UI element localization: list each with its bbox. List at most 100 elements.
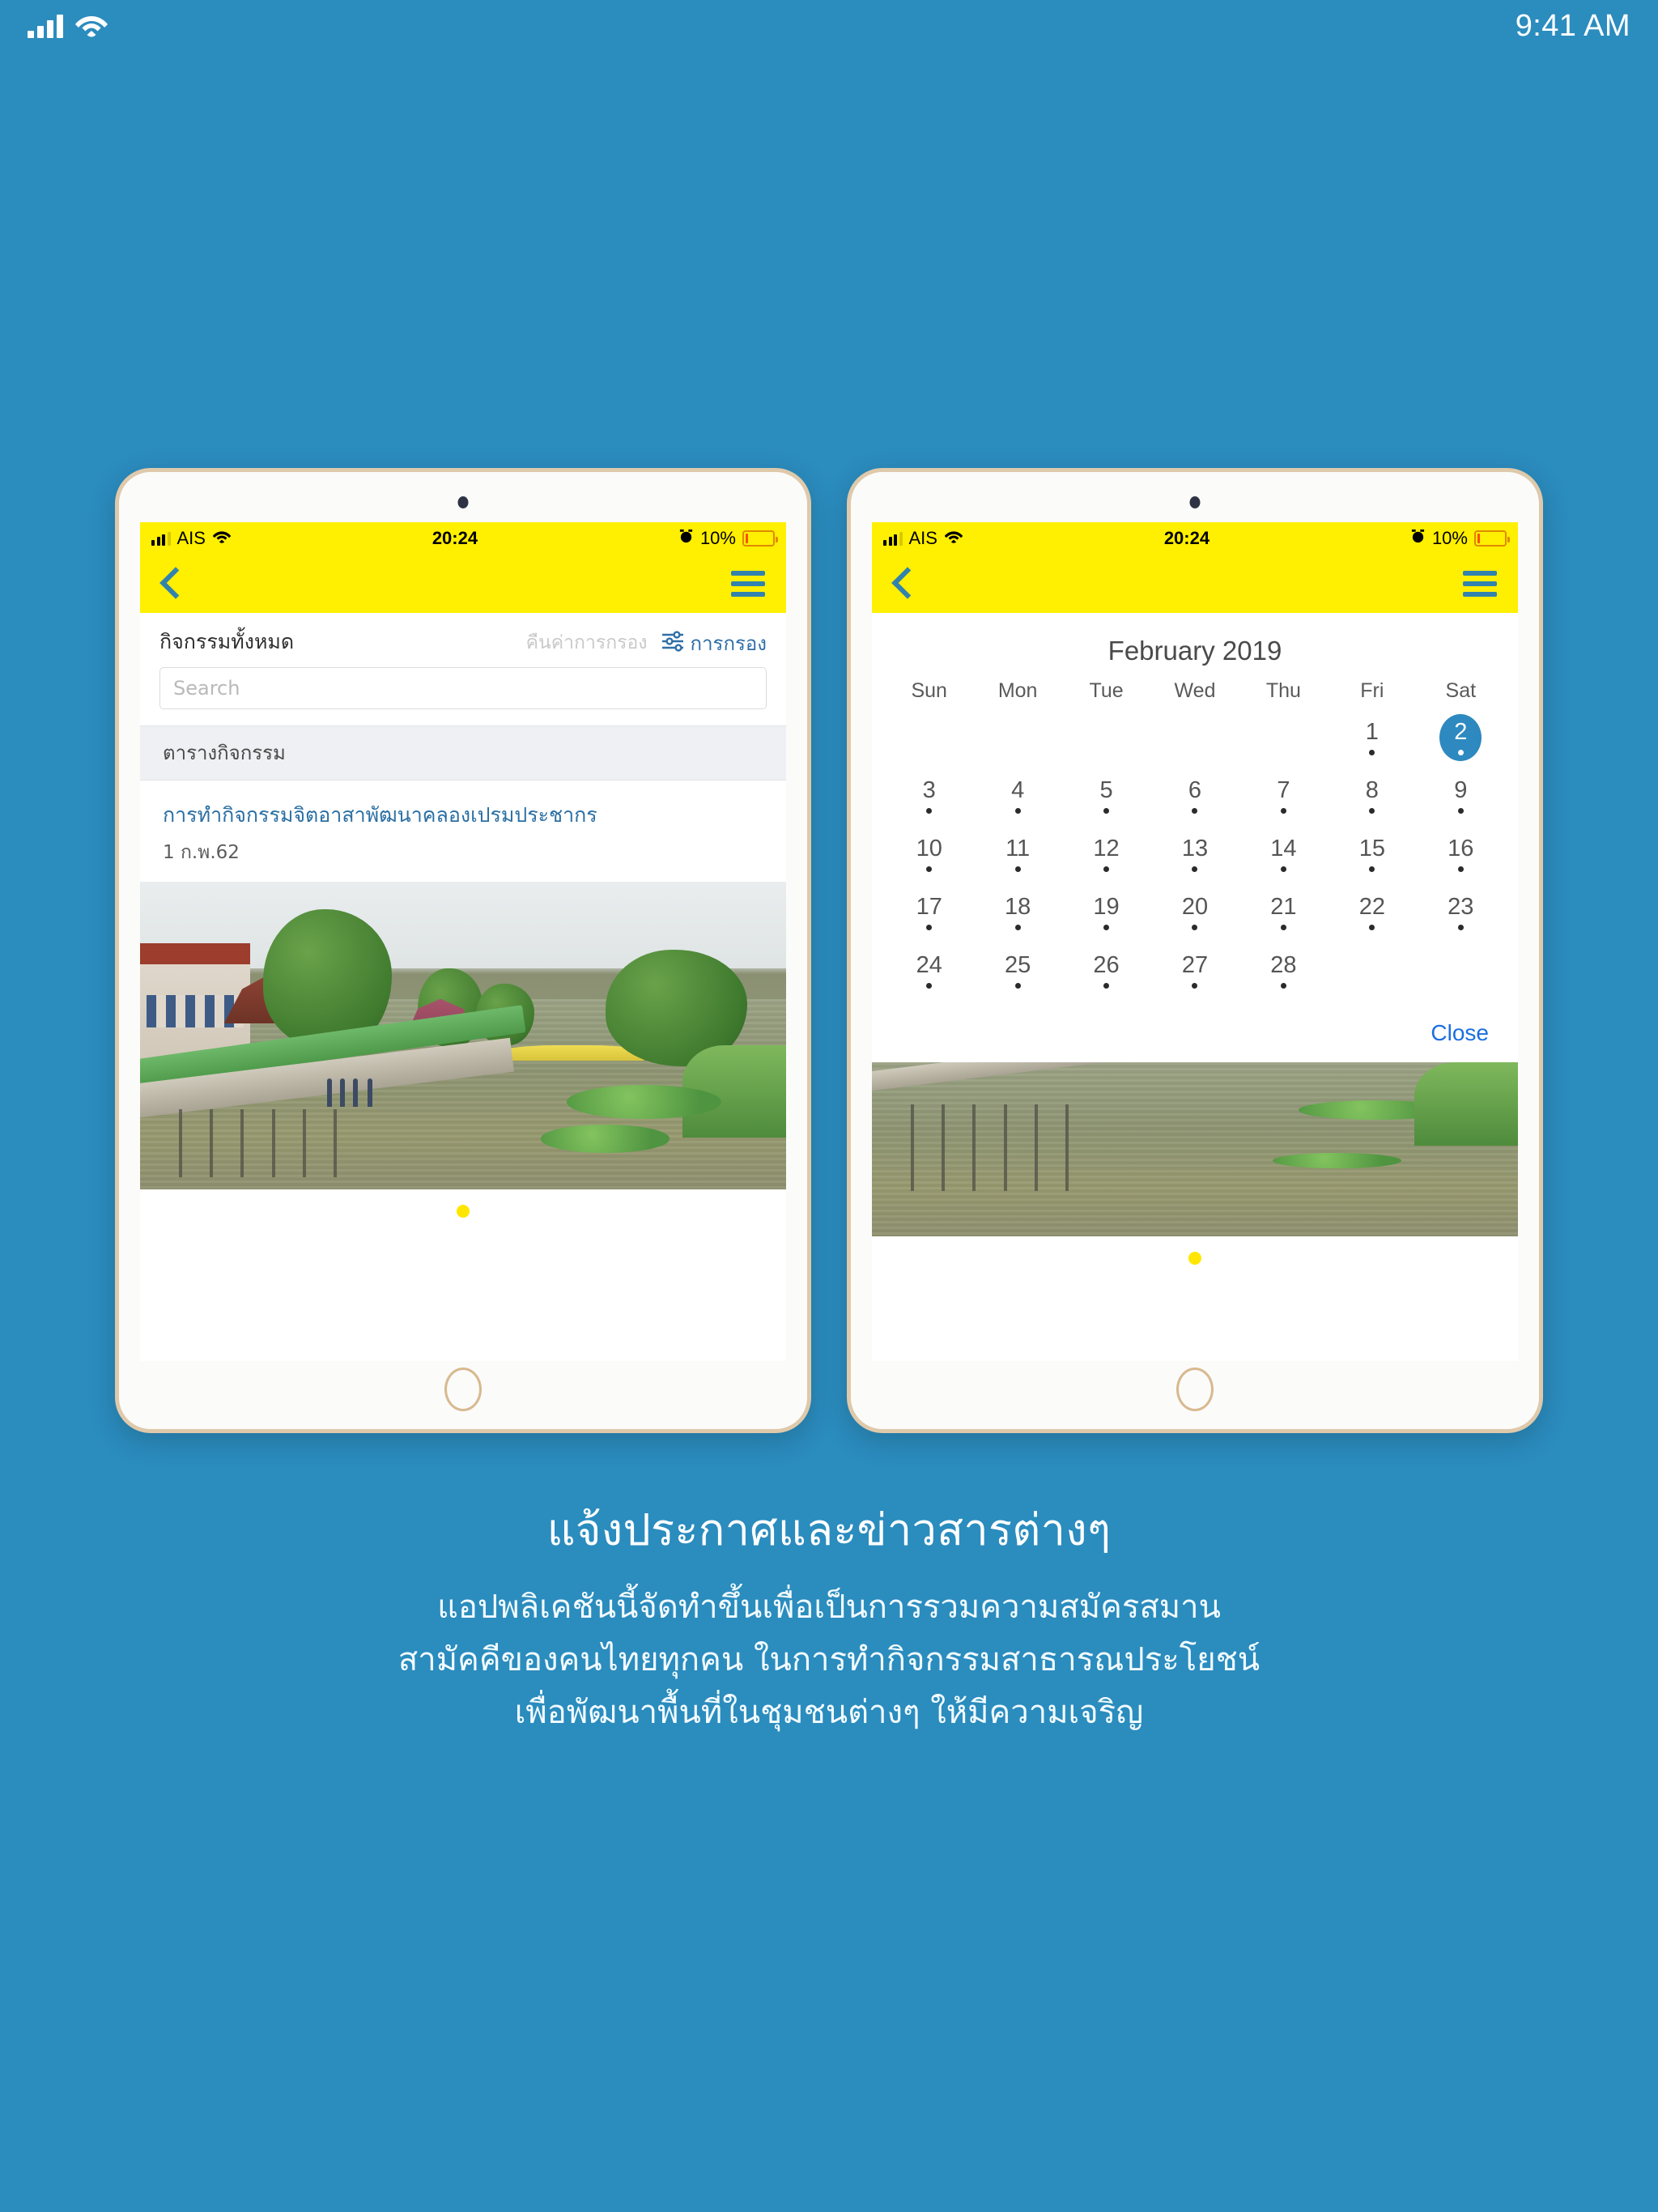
calendar-cell-day[interactable]: 27 (1150, 944, 1239, 998)
weekday-label: Thu (1265, 679, 1301, 702)
battery-icon (1473, 530, 1510, 547)
activity-photo (872, 1062, 1518, 1236)
photo-people (327, 1078, 392, 1107)
caption-block: แจ้งประกาศและข่าวสารต่างๆ แอปพลิเคชันนี้… (0, 1502, 1658, 1739)
calendar-event-dot (1280, 924, 1286, 930)
calendar-cell-day[interactable]: 3 (885, 769, 973, 823)
filter-controls: คืนค่าการกรอง การกรอง (526, 627, 767, 659)
signal-bars-icon (883, 531, 903, 546)
weekday-label: Wed (1174, 679, 1216, 702)
screen-left: AIS 20:24 10% กิจกรรมทั้งหมด คืนค่าการกร… (140, 522, 786, 1361)
app-nav-bar-right (872, 555, 1518, 613)
calendar-cell-day[interactable]: 16 (1417, 827, 1505, 881)
wifi-icon (74, 11, 108, 40)
photo-far-bank (1414, 1062, 1518, 1146)
filter-button[interactable]: การกรอง (661, 627, 767, 659)
home-button[interactable] (444, 1368, 482, 1411)
calendar-day-number: 16 (1448, 835, 1474, 861)
chevron-left-icon[interactable] (161, 568, 179, 599)
calendar-cell-day[interactable]: 25 (973, 944, 1061, 998)
calendar-cell-day[interactable]: 24 (885, 944, 973, 998)
calendar-event-dot (1103, 866, 1110, 872)
calendar-close-button[interactable]: Close (872, 998, 1518, 1062)
photo-pilings (153, 1109, 411, 1178)
calendar-event-dot (1457, 749, 1464, 755)
wifi-icon (212, 529, 232, 548)
calendar-cell-day[interactable]: 21 (1239, 886, 1328, 939)
photo-pilings (885, 1104, 1143, 1192)
calendar-day-number: 10 (916, 835, 942, 861)
calendar-cell-day[interactable]: 26 (1062, 944, 1150, 998)
search-input[interactable]: Search (159, 666, 767, 709)
calendar-cell-selected[interactable]: 2 (1417, 711, 1505, 764)
carousel-dot-active[interactable] (457, 1205, 470, 1219)
calendar-cell-day[interactable]: 23 (1417, 886, 1505, 939)
activity-list-item[interactable]: การทำกิจกรรมจิตอาสาพัฒนาคลองเปรมประชากร … (140, 781, 786, 883)
calendar-cell-day[interactable]: 20 (1150, 886, 1239, 939)
calendar-cell-day[interactable]: 9 (1417, 769, 1505, 823)
carousel-indicator-left (140, 1189, 786, 1234)
signal-bars-icon (28, 14, 63, 38)
calendar-cell-day[interactable]: 19 (1062, 886, 1150, 939)
calendar-cell-day[interactable]: 8 (1328, 769, 1416, 823)
hamburger-menu-icon[interactable] (1463, 571, 1497, 597)
calendar-cell-day[interactable]: 7 (1239, 769, 1328, 823)
calendar-cell-day[interactable]: 12 (1062, 827, 1150, 881)
calendar-event-dot (1457, 807, 1464, 814)
calendar-cell-empty (973, 711, 1061, 764)
activity-photo (140, 882, 786, 1190)
calendar-cell-day[interactable]: 6 (1150, 769, 1239, 823)
weekday-label: Sat (1445, 679, 1477, 702)
calendar-cell-day[interactable]: 1 (1328, 711, 1416, 764)
activity-title-link[interactable]: การทำกิจกรรมจิตอาสาพัฒนาคลองเปรมประชากร (163, 802, 763, 829)
carousel-dot-active[interactable] (1188, 1252, 1201, 1265)
calendar-cell-day[interactable]: 28 (1239, 944, 1328, 998)
calendar-day-number: 25 (1005, 951, 1031, 978)
calendar-cell-day[interactable]: 18 (973, 886, 1061, 939)
os-status-bar: 9:41 AM (0, 0, 1658, 52)
calendar-cell-day[interactable]: 17 (885, 886, 973, 939)
calendar-cell-empty (1239, 711, 1328, 764)
search-wrapper: Search (140, 659, 786, 709)
calendar-cell-day[interactable]: 13 (1150, 827, 1239, 881)
hamburger-menu-icon[interactable] (731, 571, 765, 597)
calendar-day-number: 18 (1005, 893, 1031, 920)
calendar-cell-day[interactable]: 15 (1328, 827, 1416, 881)
device-clock: 20:24 (432, 528, 478, 548)
calendar-event-dot (1192, 866, 1198, 872)
weekday-label: Mon (997, 679, 1038, 702)
calendar-event-dot (1457, 866, 1464, 872)
calendar-event-dot (926, 866, 933, 872)
weekday-label: Sun (911, 679, 947, 702)
calendar-cell-empty (1150, 711, 1239, 764)
calendar-event-dot (1192, 982, 1198, 989)
device-mockups: AIS 20:24 10% กิจกรรมทั้งหมด คืนค่าการกร… (0, 468, 1658, 1440)
app-status-bar-left: AIS 20:24 10% (140, 522, 786, 555)
calendar-cell-day[interactable]: 4 (973, 769, 1061, 823)
chevron-left-icon[interactable] (893, 568, 911, 599)
calendar-day-number: 1 (1365, 718, 1379, 745)
calendar-cell-day[interactable]: 10 (885, 827, 973, 881)
calendar-weekday-headers: Sun Mon Tue Wed Thu Fri Sat (872, 674, 1518, 703)
calendar-month-title: February 2019 (1107, 636, 1282, 666)
sliders-filter-icon (661, 631, 685, 655)
page-title: กิจกรรมทั้งหมด (159, 630, 295, 653)
caption-headline: แจ้งประกาศและข่าวสารต่างๆ (546, 1504, 1112, 1555)
tablet-left: AIS 20:24 10% กิจกรรมทั้งหมด คืนค่าการกร… (115, 468, 811, 1433)
home-button[interactable] (1176, 1368, 1214, 1411)
calendar-day-number: 22 (1358, 893, 1385, 920)
alarm-clock-icon (678, 529, 694, 549)
calendar-day-number: 19 (1093, 893, 1120, 920)
app-status-bar-right: AIS 20:24 10% (872, 522, 1518, 555)
calendar-cell-day[interactable]: 11 (973, 827, 1061, 881)
calendar-event-dot (926, 982, 933, 989)
calendar-cell-day[interactable]: 22 (1328, 886, 1416, 939)
reset-filter-button[interactable]: คืนค่าการกรอง (526, 628, 648, 657)
calendar-day-number: 14 (1270, 835, 1297, 861)
photo-water-plants (540, 1125, 670, 1153)
app-status-left: AIS (883, 528, 963, 549)
calendar-cell-day[interactable]: 5 (1062, 769, 1150, 823)
os-status-left (28, 11, 108, 40)
calendar-cell-day[interactable]: 14 (1239, 827, 1328, 881)
calendar-day-number: 3 (922, 776, 936, 803)
